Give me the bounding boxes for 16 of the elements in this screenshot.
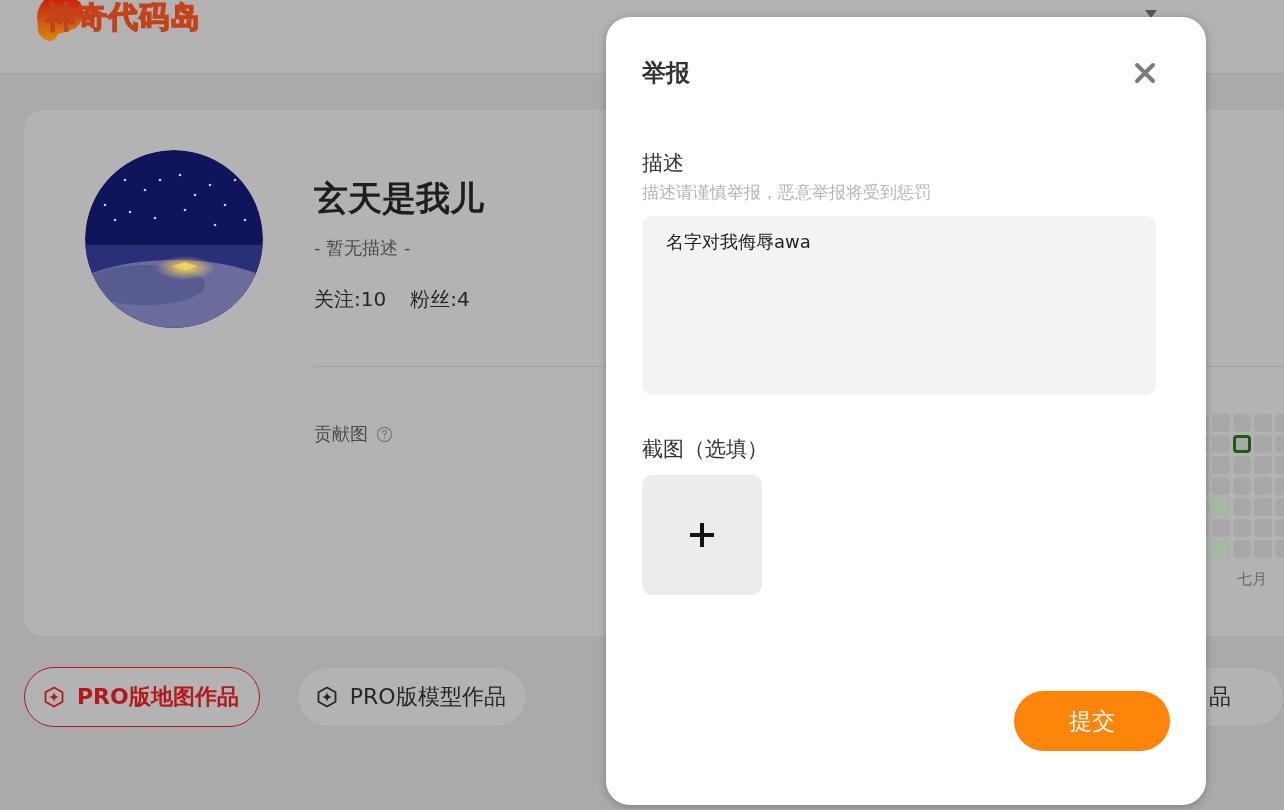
description-field[interactable]: 名字对我侮辱awa <box>642 216 1156 395</box>
user-description: - 暂无描述 - <box>314 236 411 260</box>
contribution-label: 贡献图 <box>314 422 368 446</box>
description-hint: 描述请谨慎举报，恶意举报将受到惩罚 <box>642 181 932 204</box>
user-name: 玄天是我儿 <box>314 177 484 220</box>
follower-count[interactable]: 粉丝:4 <box>410 286 470 313</box>
hexagon-star-icon <box>315 686 338 708</box>
category-tab[interactable]: PRO版模型作品 <box>296 667 527 727</box>
close-icon[interactable] <box>1134 62 1156 84</box>
plus-icon <box>689 522 715 548</box>
screenshot-label: 截图（选填） <box>642 436 769 463</box>
dialog-title: 举报 <box>642 58 690 89</box>
following-count[interactable]: 关注:10 <box>314 286 387 313</box>
month-label: 七月 <box>1237 570 1267 589</box>
hexagon-star-icon <box>43 686 65 708</box>
description-label: 描述 <box>642 150 685 177</box>
